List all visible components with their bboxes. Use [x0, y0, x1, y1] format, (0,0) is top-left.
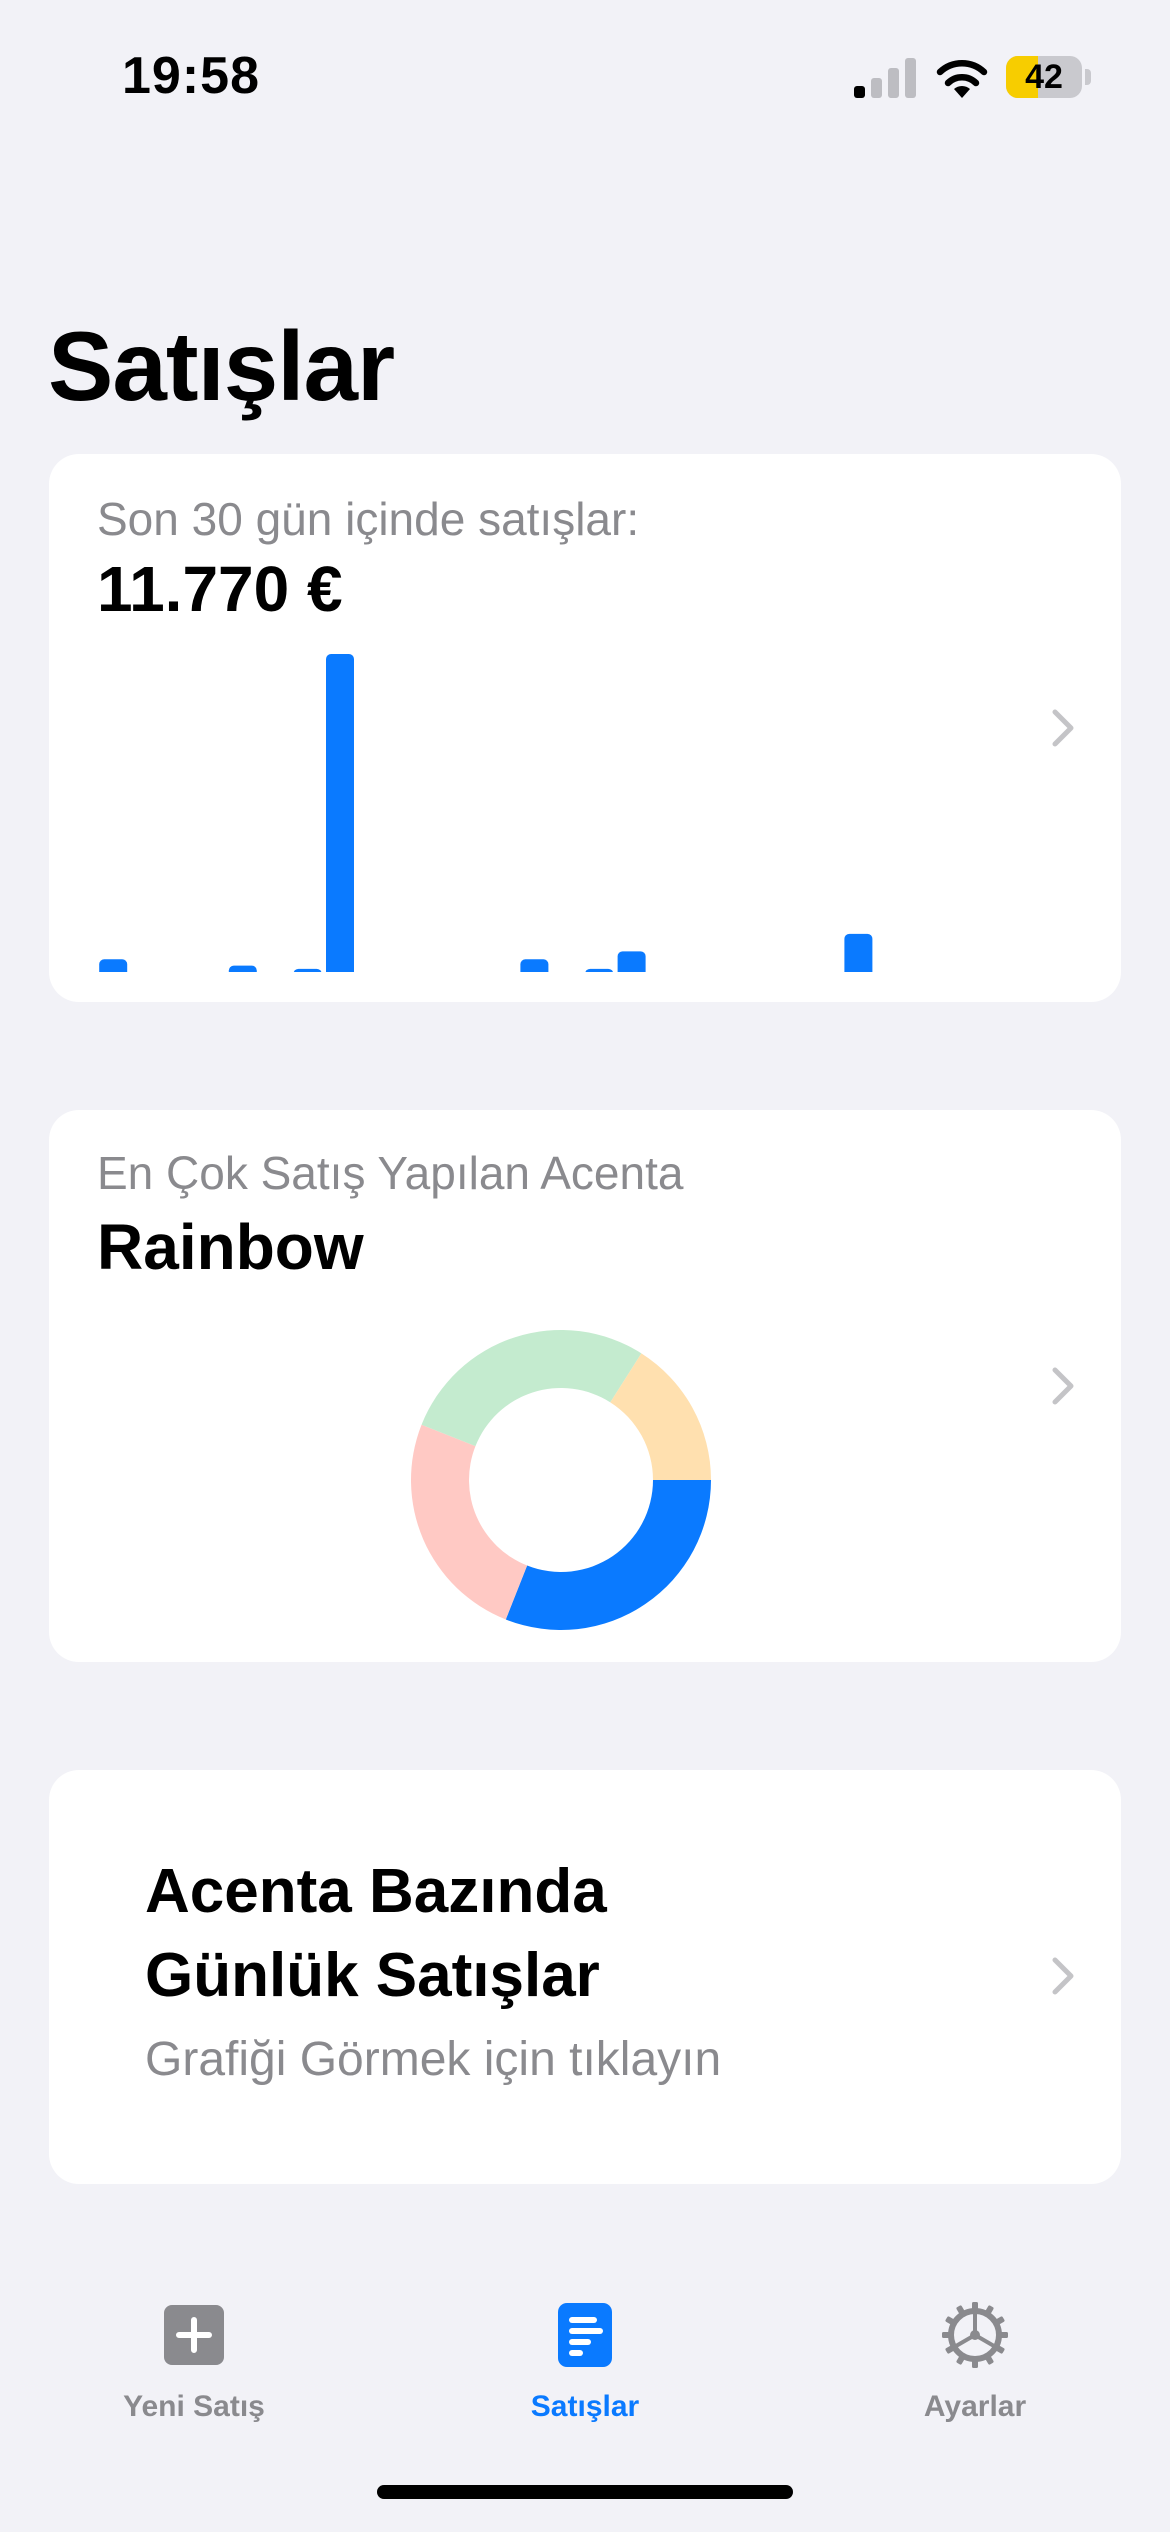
sales-caption: Son 30 gün içinde satışlar: [97, 493, 640, 545]
bar-day-7 [293, 968, 322, 972]
home-indicator [377, 2485, 793, 2499]
donut-slice-1 [505, 1480, 711, 1630]
donut-slice-2 [411, 1424, 528, 1620]
daily-sales-by-agency-card[interactable]: Acenta Bazında Günlük Satışlar Grafiği G… [49, 1770, 1121, 2184]
battery-indicator: 42 [1006, 56, 1091, 98]
battery-nub [1085, 69, 1091, 85]
plus-square-icon [164, 2305, 224, 2365]
bar-day-24 [844, 933, 873, 972]
tab-label-ayarlar: Ayarlar [923, 2390, 1027, 2423]
donut-slice-3 [421, 1330, 642, 1447]
chevron-right-icon [1052, 709, 1074, 747]
tab-label-satislar: Satışlar [530, 2390, 640, 2423]
daily-sales-subtitle: Grafiği Görmek için tıklayın [145, 2033, 722, 2086]
daily-sales-title-line1: Acenta Bazında [145, 1857, 607, 1926]
agency-caption: En Çok Satış Yapılan Acenta [97, 1147, 684, 1199]
tab-yeni-satis[interactable]: Yeni Satış [64, 2280, 324, 2450]
cellular-signal-icon [854, 58, 916, 98]
battery-body: 42 [1006, 56, 1082, 98]
bar-day-16 [585, 968, 613, 972]
status-time: 19:58 [122, 47, 260, 105]
page-title: Satışlar [48, 311, 395, 421]
bar-day-1 [99, 959, 128, 972]
top-agency-card[interactable]: En Çok Satış Yapılan Acenta Rainbow [49, 1110, 1121, 1662]
daily-sales-title: Acenta Bazında Günlük Satışlar [145, 1850, 607, 2018]
agency-donut-chart [411, 1330, 711, 1630]
chevron-right-icon [1052, 1367, 1074, 1405]
daily-sales-title-line2: Günlük Satışlar [145, 1941, 600, 2010]
chevron-right-icon [1052, 1957, 1074, 1995]
bar-day-5 [228, 965, 257, 972]
tab-label-yeni-satis: Yeni Satış [123, 2390, 265, 2423]
wifi-icon [936, 60, 988, 98]
bar-day-8 [326, 654, 354, 972]
gear-icon [942, 2302, 1008, 2368]
tab-satislar[interactable]: Satışlar [455, 2280, 715, 2450]
battery-percent: 42 [1025, 58, 1063, 96]
bar-day-14 [520, 959, 549, 972]
bar-day-17 [617, 951, 646, 972]
tab-ayarlar[interactable]: Ayarlar [845, 2280, 1105, 2450]
sales-bar-chart [99, 654, 873, 972]
top-agency-name: Rainbow [97, 1211, 364, 1283]
sales-total: 11.770 € [97, 553, 343, 625]
status-bar: 19:58 42 [0, 0, 1170, 150]
doc-text-icon [558, 2303, 612, 2367]
sales-summary-card[interactable]: Son 30 gün içinde satışlar: 11.770 € [49, 454, 1121, 1002]
